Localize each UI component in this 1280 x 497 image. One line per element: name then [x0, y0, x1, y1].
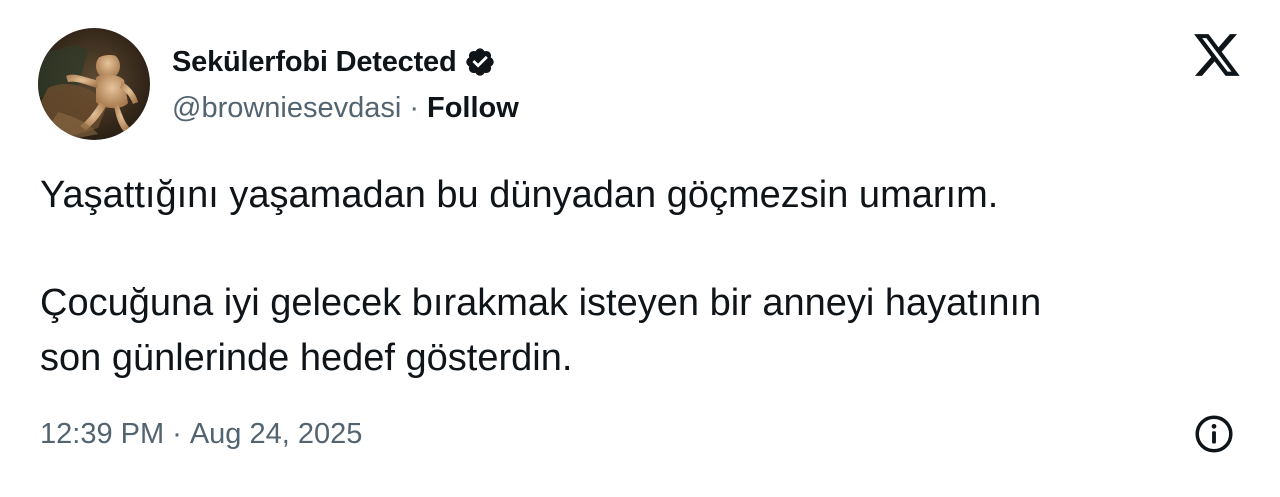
tweet-line-3: son günlerinde hedef gösterdin.: [40, 337, 573, 379]
author-display-name[interactable]: Sekülerfobi Detected: [172, 46, 457, 79]
author-name-row: Sekülerfobi Detected: [172, 40, 496, 84]
tweet-line-2: Çocuğuna iyi gelecek bırakmak isteyen bi…: [40, 282, 1042, 324]
avatar-painting-icon: [38, 28, 150, 140]
follow-button[interactable]: Follow: [427, 92, 519, 125]
tweet-date: Aug 24, 2025: [189, 417, 363, 450]
tweet-card: Sekülerfobi Detected @browniesevdasi · F…: [0, 0, 1280, 497]
author-handle-row: @browniesevdasi · Follow: [172, 88, 519, 128]
avatar[interactable]: [38, 28, 150, 140]
tweet-time: 12:39 PM: [40, 417, 165, 450]
handle-separator: ·: [409, 91, 419, 124]
tweet-line-1: Yaşattığını yaşamadan bu dünyadan göçmez…: [40, 174, 999, 216]
tweet-timestamp[interactable]: 12:39 PM · Aug 24, 2025: [40, 412, 362, 456]
tweet-text: Yaşattığını yaşamadan bu dünyadan göçmez…: [40, 168, 1240, 386]
x-logo-icon[interactable]: [1192, 32, 1242, 78]
verified-badge-icon[interactable]: [464, 46, 496, 78]
info-icon[interactable]: [1193, 413, 1235, 455]
author-handle[interactable]: @browniesevdasi: [172, 92, 401, 125]
timestamp-separator: ·: [172, 417, 182, 450]
